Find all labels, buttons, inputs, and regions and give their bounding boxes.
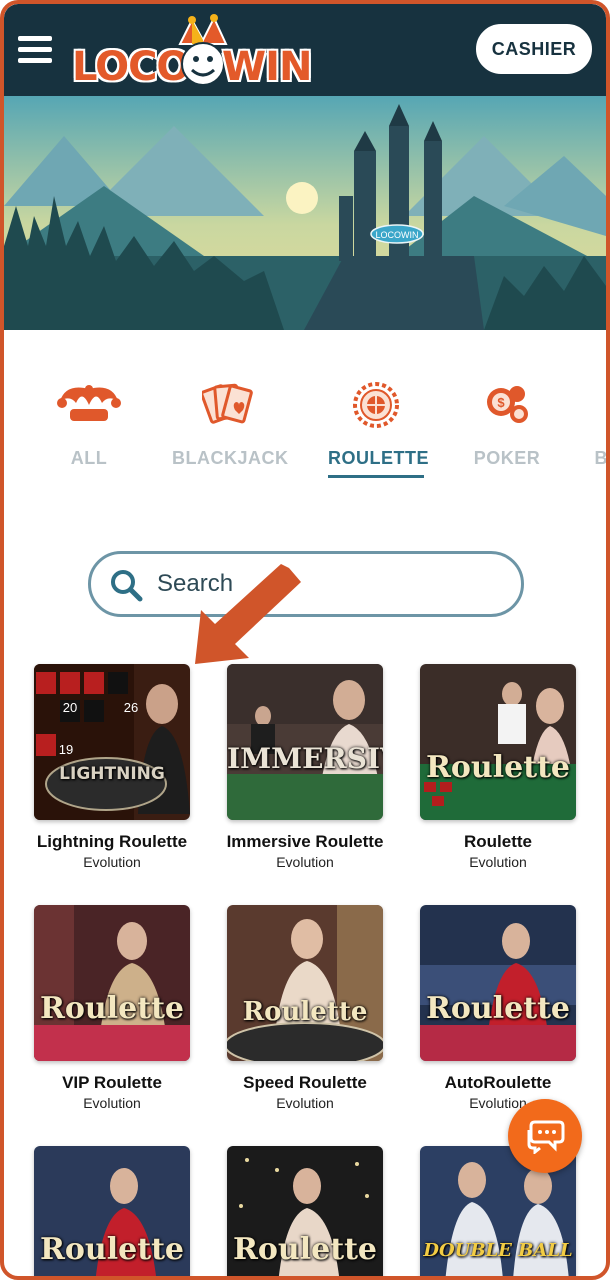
game-card-roulette-row3-1[interactable]: Roulette <box>32 1146 192 1276</box>
category-tabs: ALL BLACKJACK ROULETTE $ POKER <box>4 376 606 486</box>
game-thumb-text: Roulette <box>242 997 368 1027</box>
tab-all[interactable]: ALL <box>54 376 124 469</box>
game-thumb-text: Roulette <box>425 750 571 785</box>
game-thumbnail: Roulette <box>420 905 576 1061</box>
roulette-wheel-icon <box>353 382 399 428</box>
svg-text:20: 20 <box>63 700 77 715</box>
game-provider: Evolution <box>83 1095 141 1111</box>
game-thumbnail: Roulette <box>34 905 190 1061</box>
game-card-roulette[interactable]: Roulette Roulette Evolution <box>418 664 578 870</box>
logo-text-right: WIN <box>222 44 312 90</box>
game-title: Immersive Roulette <box>226 832 384 851</box>
svg-text:19: 19 <box>59 742 73 757</box>
castle-sign: LOCOWIN <box>375 230 418 240</box>
game-title: Speed Roulette <box>243 1073 367 1092</box>
game-provider: Evolution <box>276 1095 334 1111</box>
game-card-speed-roulette[interactable]: Roulette Speed Roulette Evolution <box>225 905 385 1111</box>
menu-icon[interactable] <box>18 36 52 64</box>
game-card-vip-roulette[interactable]: Roulette VIP Roulette Evolution <box>32 905 192 1111</box>
castle-banner-image: LOCOWIN <box>4 96 606 330</box>
playing-cards-icon <box>202 383 253 424</box>
game-thumbnail: Roulette <box>227 1146 383 1276</box>
tab-roulette-label: ROULETTE <box>328 448 429 468</box>
jester-hat-icon <box>57 385 121 421</box>
tab-poker-label: POKER <box>473 448 541 468</box>
game-thumb-text: Roulette <box>425 991 571 1026</box>
svg-text:26: 26 <box>124 700 138 715</box>
tab-all-label: ALL <box>70 448 108 468</box>
game-provider: Evolution <box>276 854 334 870</box>
game-card-autoroulette[interactable]: Roulette AutoRoulette Evolution <box>418 905 578 1111</box>
game-card-lightning-roulette[interactable]: 20 26 19 LIGHTNING Lightning Roulette Ev… <box>32 664 192 870</box>
search-icon <box>111 570 143 602</box>
game-thumb-text: Roulette <box>39 991 185 1026</box>
game-card-roulette-row3-2[interactable]: Roulette <box>225 1146 385 1276</box>
tab-roulette[interactable]: ROULETTE <box>328 376 429 478</box>
cashier-button[interactable]: CASHIER <box>473 21 595 77</box>
game-title: VIP Roulette <box>62 1073 162 1092</box>
hero-banner: LOCOWIN <box>4 96 606 330</box>
game-thumb-text: IMMERSIVE <box>227 742 383 775</box>
search-bar[interactable] <box>88 551 524 617</box>
game-thumb-text: Roulette <box>232 1232 378 1267</box>
game-thumb-text: DOUBLE BALL <box>423 1240 573 1261</box>
game-title: Lightning Roulette <box>36 832 188 851</box>
game-thumbnail: Roulette <box>420 664 576 820</box>
game-thumbnail: IMMERSIVE <box>227 664 383 820</box>
chat-bubble-icon <box>527 1120 565 1154</box>
game-provider: Evolution <box>469 854 527 870</box>
top-header: LOCO WIN CASHIER <box>4 4 606 96</box>
live-chat-button[interactable] <box>508 1099 582 1173</box>
search-input[interactable] <box>157 562 497 606</box>
game-thumbnail: Roulette <box>34 1146 190 1276</box>
game-provider: Evolution <box>83 854 141 870</box>
tab-more[interactable]: BA <box>588 376 607 469</box>
tab-more-label: BA <box>588 448 607 469</box>
game-thumb-text: Roulette <box>39 1232 185 1267</box>
game-card-immersive-roulette[interactable]: IMMERSIVE Immersive Roulette Evolution <box>225 664 385 870</box>
game-thumbnail: 20 26 19 LIGHTNING <box>34 664 190 820</box>
game-thumb-text: LIGHTNING <box>59 764 165 784</box>
game-thumbnail: Roulette <box>227 905 383 1061</box>
svg-text:$: $ <box>497 395 505 410</box>
app-frame: LOCO WIN CASHIER LOCOWIN ALL BLACKJACK R… <box>0 0 610 1280</box>
tab-blackjack-label: BLACKJACK <box>172 448 289 468</box>
active-tab-underline <box>328 475 424 478</box>
tab-blackjack[interactable]: BLACKJACK <box>172 376 289 469</box>
locowin-logo[interactable]: LOCO WIN <box>72 14 312 94</box>
poker-chips-icon: $ <box>487 386 528 423</box>
game-title: AutoRoulette <box>444 1073 552 1092</box>
game-title: Roulette <box>464 832 532 851</box>
tab-poker[interactable]: $ POKER <box>472 376 542 469</box>
